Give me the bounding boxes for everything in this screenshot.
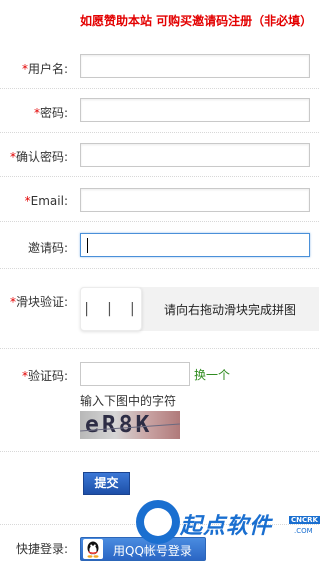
captcha-image-text: eR8K: [85, 412, 153, 438]
confirm-password-input[interactable]: [80, 143, 310, 167]
sponsor-notice: 如愿赞助本站 可购买邀请码注册（非必填）: [80, 14, 313, 28]
text-caret: [87, 238, 88, 253]
divider: [0, 451, 319, 452]
captcha-refresh-link[interactable]: 换一个: [194, 366, 230, 383]
invite-code-label: 邀请码:: [27, 241, 68, 255]
watermark-brand: 起点软件: [180, 514, 273, 539]
username-row: *用户名:: [0, 42, 319, 89]
username-label: *用户名:: [21, 62, 68, 76]
watermark-domain: .COM: [294, 527, 313, 535]
confirm-password-label: *确认密码:: [9, 150, 68, 164]
username-input[interactable]: [80, 54, 310, 78]
slider-label: *滑块验证:: [9, 295, 68, 309]
password-row: *密码:: [0, 89, 319, 133]
watermark-logo-icon: [136, 500, 180, 544]
watermark-badge: CNCRK: [289, 516, 320, 524]
qq-penguin-icon: [83, 539, 103, 559]
slider-captcha: | | | 请向右拖动滑块完成拼图: [80, 287, 319, 331]
captcha-image: eR8K: [80, 411, 180, 439]
captcha-hint: 输入下图中的字符: [80, 394, 177, 408]
email-input[interactable]: [80, 188, 310, 212]
captcha-input[interactable]: [80, 362, 190, 386]
invite-code-row: 邀请码:: [0, 222, 319, 269]
submit-button[interactable]: 提交: [83, 472, 130, 495]
email-row: *Email:: [0, 177, 319, 222]
password-input[interactable]: [80, 98, 310, 122]
invite-code-input[interactable]: [80, 233, 310, 257]
slider-handle[interactable]: | | |: [80, 287, 142, 331]
quick-login-label: 快捷登录:: [15, 542, 68, 556]
captcha-label: *验证码:: [21, 369, 68, 383]
slider-hint: 请向右拖动滑块完成拼图: [164, 303, 297, 317]
password-label: *密码:: [33, 106, 68, 120]
site-watermark: 起点软件 CNCRK .COM: [136, 496, 320, 554]
confirm-password-row: *确认密码:: [0, 133, 319, 177]
email-label: *Email:: [24, 194, 68, 208]
